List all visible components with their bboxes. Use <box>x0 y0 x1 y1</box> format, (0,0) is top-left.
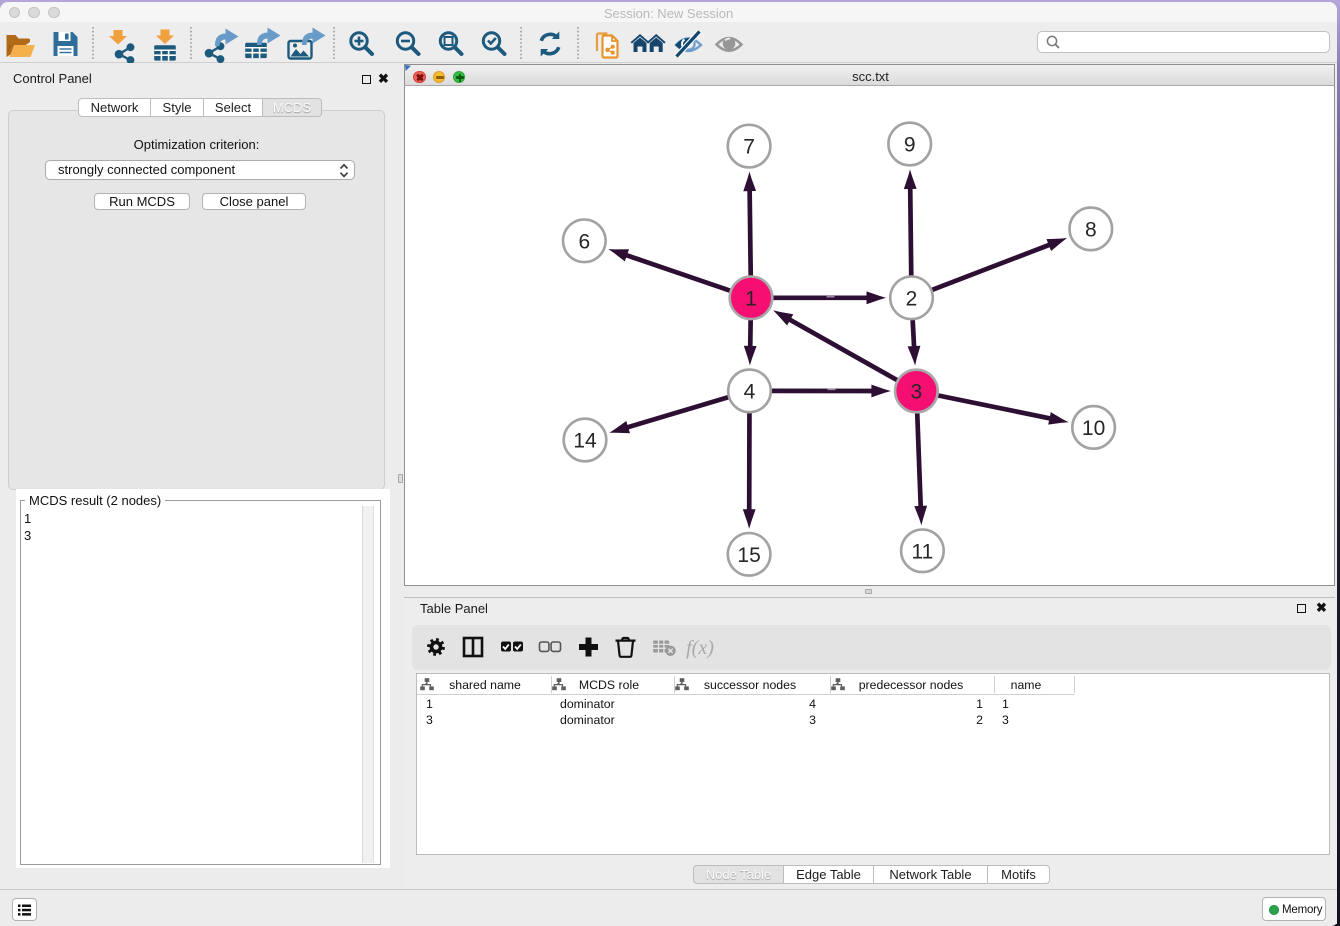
svg-text:successor nodes: successor nodes <box>704 678 796 692</box>
svg-text:4: 4 <box>744 380 756 403</box>
svg-text:6: 6 <box>578 230 590 253</box>
svg-text:15: 15 <box>737 544 760 567</box>
svg-text:1: 1 <box>745 287 757 310</box>
svg-text:shared name: shared name <box>449 678 521 692</box>
svg-text:3: 3 <box>426 713 433 727</box>
svg-text:4: 4 <box>809 697 816 711</box>
svg-text:10: 10 <box>1082 417 1105 440</box>
svg-text:predecessor nodes: predecessor nodes <box>859 678 964 692</box>
svg-text:1: 1 <box>976 697 983 711</box>
svg-text:8: 8 <box>1085 218 1097 241</box>
svg-text:dominator: dominator <box>560 697 615 711</box>
svg-text:2: 2 <box>906 287 918 310</box>
svg-text:2: 2 <box>976 713 983 727</box>
svg-text:3: 3 <box>1002 713 1009 727</box>
svg-text:14: 14 <box>573 430 597 453</box>
svg-text:MCDS role: MCDS role <box>579 678 639 692</box>
svg-text:3: 3 <box>809 713 816 727</box>
svg-text:11: 11 <box>911 540 933 563</box>
svg-text:1: 1 <box>1002 697 1009 711</box>
svg-text:7: 7 <box>743 136 755 159</box>
svg-text:3: 3 <box>911 381 923 404</box>
svg-text:9: 9 <box>904 134 916 157</box>
svg-text:name: name <box>1011 678 1042 692</box>
svg-text:dominator: dominator <box>560 713 615 727</box>
svg-text:f(x): f(x) <box>686 637 714 659</box>
svg-text:1: 1 <box>426 697 433 711</box>
